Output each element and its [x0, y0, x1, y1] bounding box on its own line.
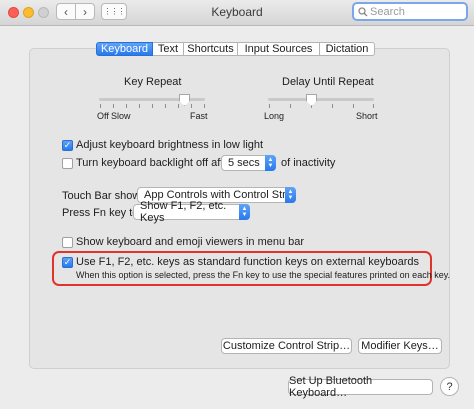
bluetooth-keyboard-button[interactable]: Set Up Bluetooth Keyboard… [288, 375, 433, 399]
slider-tick [100, 104, 101, 108]
slider-tick [332, 104, 333, 108]
delay-repeat-label: Delay Until Repeat [282, 76, 374, 88]
function-keys-label: Use F1, F2, etc. keys as standard functi… [76, 256, 420, 268]
fn-key-label: Press Fn key to [62, 207, 139, 219]
tab-keyboard[interactable]: Keyboard [96, 42, 153, 56]
slider-tick [178, 104, 179, 108]
delay-repeat-long-label: Long [264, 111, 285, 121]
tab-bar: Keyboard Text Shortcuts Input Sources Di… [96, 42, 375, 56]
slider-tick [126, 104, 127, 108]
slider-tick [152, 104, 153, 108]
title-bar: ‹ › ⋮⋮⋮ Keyboard [0, 0, 474, 26]
function-keys-note: When this option is selected, press the … [76, 270, 451, 280]
slider-tick [373, 104, 374, 108]
slider-tick [139, 104, 140, 108]
chevron-updown-icon: ▲ ▼ [265, 155, 276, 171]
chevron-updown-icon: ▲ ▼ [239, 204, 250, 220]
slider-tick [191, 104, 192, 108]
viewers-menu-label: Show keyboard and emoji viewers in menu … [76, 236, 305, 248]
tab-dictation[interactable]: Dictation [320, 42, 375, 56]
tab-input-sources[interactable]: Input Sources [238, 42, 320, 56]
grid-icon: ⋮⋮⋮ [103, 7, 126, 16]
close-window-button[interactable] [8, 7, 19, 18]
backlight-timeout-value: 5 secs [228, 157, 260, 169]
key-repeat-label: Key Repeat [124, 76, 182, 88]
search-input[interactable] [370, 5, 462, 19]
delay-repeat-short-label: Short [356, 111, 378, 121]
back-icon: ‹ [64, 4, 68, 19]
delay-repeat-track [268, 98, 374, 101]
slider-tick [353, 104, 354, 108]
show-all-button[interactable]: ⋮⋮⋮ [101, 3, 127, 20]
backlight-timeout-select[interactable]: 5 secs ▲ ▼ [221, 155, 276, 171]
key-repeat-fast-label: Fast [190, 111, 208, 121]
slider-tick [290, 104, 291, 108]
slider-tick [113, 104, 114, 108]
back-button[interactable]: ‹ [56, 3, 76, 20]
key-repeat-off-label: Off [97, 111, 109, 121]
backlight-off-label: Turn keyboard backlight off after [76, 157, 234, 169]
forward-button[interactable]: › [75, 3, 95, 20]
modifier-keys-button[interactable]: Modifier Keys… [358, 338, 442, 354]
backlight-off-checkbox[interactable] [62, 158, 73, 169]
slider-tick [204, 104, 205, 108]
tab-shortcuts[interactable]: Shortcuts [184, 42, 238, 56]
help-button[interactable]: ? [440, 377, 459, 396]
customize-control-strip-button[interactable]: Customize Control Strip… [221, 338, 352, 354]
slider-tick [269, 104, 270, 108]
slider-tick [165, 104, 166, 108]
search-icon [358, 7, 368, 17]
key-repeat-slow-label: Slow [111, 111, 131, 121]
forward-icon: › [83, 4, 87, 19]
function-keys-checkbox[interactable]: ✓ [62, 257, 73, 268]
viewers-menu-checkbox[interactable] [62, 237, 73, 248]
fn-key-select[interactable]: Show F1, F2, etc. Keys ▲ ▼ [133, 200, 250, 224]
keyboard-preferences-window: ‹ › ⋮⋮⋮ Keyboard Keyboard Text Shortcuts… [0, 0, 474, 409]
minimize-window-button[interactable] [23, 7, 34, 18]
tab-text[interactable]: Text [153, 42, 184, 56]
touch-bar-label: Touch Bar shows [62, 190, 146, 202]
zoom-window-button[interactable] [38, 7, 49, 18]
inactivity-label: of inactivity [281, 157, 336, 169]
search-field[interactable] [352, 2, 468, 21]
adjust-brightness-checkbox[interactable]: ✓ [62, 140, 73, 151]
fn-key-value: Show F1, F2, etc. Keys [140, 200, 227, 224]
chevron-updown-icon: ▲ ▼ [285, 187, 296, 203]
adjust-brightness-label: Adjust keyboard brightness in low light [76, 139, 264, 151]
